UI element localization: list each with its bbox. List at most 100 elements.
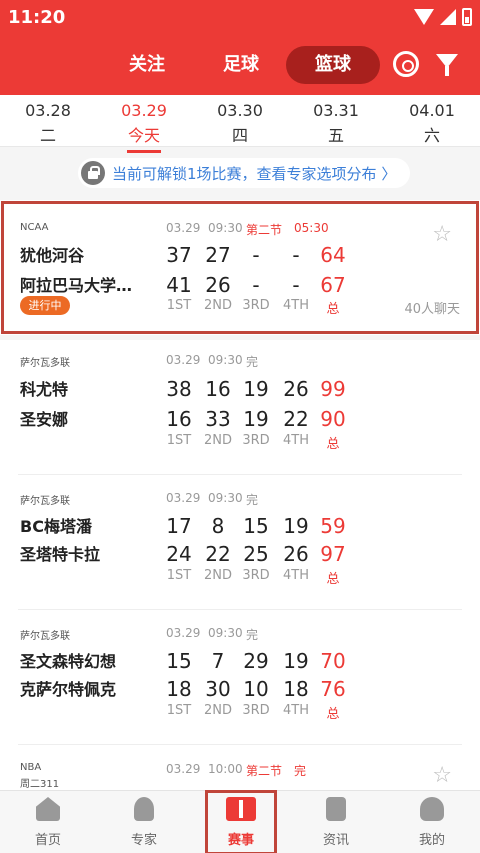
score-q1: 38 bbox=[166, 377, 192, 401]
home-team: 犹他河谷 bbox=[20, 246, 85, 265]
settings-gear-icon[interactable] bbox=[393, 51, 419, 77]
date-item[interactable]: 03.30 四 bbox=[192, 101, 288, 146]
match-icon bbox=[226, 797, 256, 821]
unlock-banner[interactable]: 当前可解锁1场比赛，查看专家选项分布 〉 bbox=[78, 158, 410, 188]
score-q1: 24 bbox=[166, 542, 192, 566]
filter-icon[interactable] bbox=[436, 54, 458, 76]
score-q1: 17 bbox=[166, 514, 192, 538]
quarter-label: 2ND bbox=[203, 568, 232, 583]
date-label: 03.31 bbox=[313, 101, 359, 120]
score-q3: 19 bbox=[243, 407, 269, 431]
game-status: 第二节 bbox=[246, 764, 283, 778]
date-item[interactable]: 04.01 六 bbox=[384, 101, 480, 146]
score-total: 90 bbox=[320, 407, 346, 431]
date-item[interactable]: 03.28 二 bbox=[0, 101, 96, 146]
quarter-label-total: 总 bbox=[326, 572, 340, 587]
tab-matches[interactable]: 赛事 bbox=[205, 790, 277, 853]
game-card[interactable]: NCAA 03.29 09:30 第二节 05:30 犹他河谷 阿拉巴马大学… … bbox=[0, 200, 480, 335]
tab-football[interactable]: 足球 bbox=[206, 46, 276, 84]
date-label: 04.01 bbox=[409, 101, 455, 120]
score-q2: 16 bbox=[205, 377, 231, 401]
score-total: 76 bbox=[320, 677, 346, 701]
score-q4: 18 bbox=[283, 677, 309, 701]
quarter-label: 4TH bbox=[283, 298, 309, 313]
wifi-icon bbox=[414, 9, 434, 25]
league-label: NBA bbox=[20, 762, 42, 773]
quarter-label-total: 总 bbox=[326, 302, 340, 317]
score-q2: 30 bbox=[205, 677, 231, 701]
game-datetime: 03.29 09:30 bbox=[166, 491, 243, 505]
tab-label: 赛事 bbox=[227, 833, 254, 848]
chat-count[interactable]: 40人聊天 bbox=[404, 298, 460, 317]
status-bar: 11:20 bbox=[0, 0, 480, 34]
league-label: 萨尔瓦多联 bbox=[20, 496, 70, 507]
score-q4: 26 bbox=[283, 377, 309, 401]
game-status: 完 bbox=[246, 493, 259, 507]
game-status: 完 bbox=[246, 355, 259, 369]
score-total: 97 bbox=[320, 542, 346, 566]
quarter-label: 3RD bbox=[242, 703, 270, 718]
score-q4: - bbox=[292, 243, 300, 267]
score-q3: 25 bbox=[243, 542, 269, 566]
star-icon[interactable]: ☆ bbox=[432, 765, 452, 787]
bottom-tab-bar: 首页 专家 赛事 资讯 我的 bbox=[0, 790, 480, 853]
star-icon[interactable]: ☆ bbox=[432, 224, 452, 246]
tab-mine[interactable]: 我的 bbox=[384, 791, 480, 853]
score-q2: 27 bbox=[205, 243, 231, 267]
score-q2: 26 bbox=[205, 273, 231, 297]
status-icons bbox=[414, 8, 472, 26]
quarter-label: 3RD bbox=[242, 568, 270, 583]
weekday-label: 五 bbox=[327, 126, 344, 145]
date-label: 03.30 bbox=[217, 101, 263, 120]
lock-icon bbox=[81, 161, 105, 185]
score-q3: 15 bbox=[243, 514, 269, 538]
tab-label: 专家 bbox=[130, 833, 157, 848]
score-q1: 18 bbox=[166, 677, 192, 701]
score-q4: - bbox=[292, 273, 300, 297]
score-total: 59 bbox=[320, 514, 346, 538]
score-q3: 19 bbox=[243, 377, 269, 401]
tab-label: 首页 bbox=[34, 833, 61, 848]
game-card[interactable]: 萨尔瓦多联 03.29 09:30 完 科尤特 圣安娜 38 16 19 26 … bbox=[0, 340, 480, 475]
quarter-label: 1ST bbox=[166, 568, 192, 583]
away-team: 圣塔特卡拉 bbox=[20, 545, 101, 564]
league-sub-label: 周二311 bbox=[20, 779, 60, 790]
weekday-label: 今天 bbox=[127, 126, 160, 145]
league-label: NCAA bbox=[20, 222, 49, 233]
game-card-partial[interactable]: NBA 周二311 03.29 10:00 第二节 完 ☆ bbox=[0, 745, 480, 795]
signal-icon bbox=[440, 9, 456, 25]
quarter-label: 3RD bbox=[242, 298, 270, 313]
weekday-label: 四 bbox=[231, 126, 248, 145]
score-q3: 10 bbox=[243, 677, 269, 701]
unlock-text: 当前可解锁1场比赛，查看专家选项分布 〉 bbox=[112, 165, 397, 183]
away-team: 克萨尔特佩克 bbox=[20, 680, 117, 699]
quarter-label-total: 总 bbox=[326, 707, 340, 722]
game-datetime: 03.29 09:30 bbox=[166, 353, 243, 367]
quarter-label: 4TH bbox=[283, 568, 309, 583]
quarter-label: 1ST bbox=[166, 298, 192, 313]
game-card[interactable]: 萨尔瓦多联 03.29 09:30 完 BC梅塔潘 圣塔特卡拉 17 8 15 … bbox=[0, 475, 480, 610]
tab-news[interactable]: 资讯 bbox=[288, 791, 384, 853]
away-team: 圣安娜 bbox=[20, 410, 69, 429]
header: 11:20 关注 足球 篮球 bbox=[0, 0, 480, 95]
tab-home[interactable]: 首页 bbox=[0, 791, 96, 853]
status-time: 11:20 bbox=[8, 7, 66, 28]
game-card[interactable]: 萨尔瓦多联 03.29 09:30 完 圣文森特幻想 克萨尔特佩克 15 7 2… bbox=[0, 610, 480, 745]
score-q4: 19 bbox=[283, 649, 309, 673]
home-icon bbox=[36, 797, 60, 821]
quarter-label: 4TH bbox=[283, 433, 309, 448]
score-total: 64 bbox=[320, 243, 346, 267]
score-q2: 33 bbox=[205, 407, 231, 431]
score-total: 99 bbox=[320, 377, 346, 401]
score-q1: 41 bbox=[166, 273, 192, 297]
tab-follow[interactable]: 关注 bbox=[112, 46, 182, 84]
news-icon bbox=[326, 797, 346, 821]
score-total: 70 bbox=[320, 649, 346, 673]
date-item[interactable]: 03.31 五 bbox=[288, 101, 384, 146]
tab-label: 我的 bbox=[418, 833, 445, 848]
date-item-today[interactable]: 03.29 今天 bbox=[96, 101, 192, 153]
tab-basketball[interactable]: 篮球 bbox=[286, 46, 380, 84]
home-team: BC梅塔潘 bbox=[20, 517, 92, 536]
tab-expert[interactable]: 专家 bbox=[96, 791, 192, 853]
score-total: 67 bbox=[320, 273, 346, 297]
